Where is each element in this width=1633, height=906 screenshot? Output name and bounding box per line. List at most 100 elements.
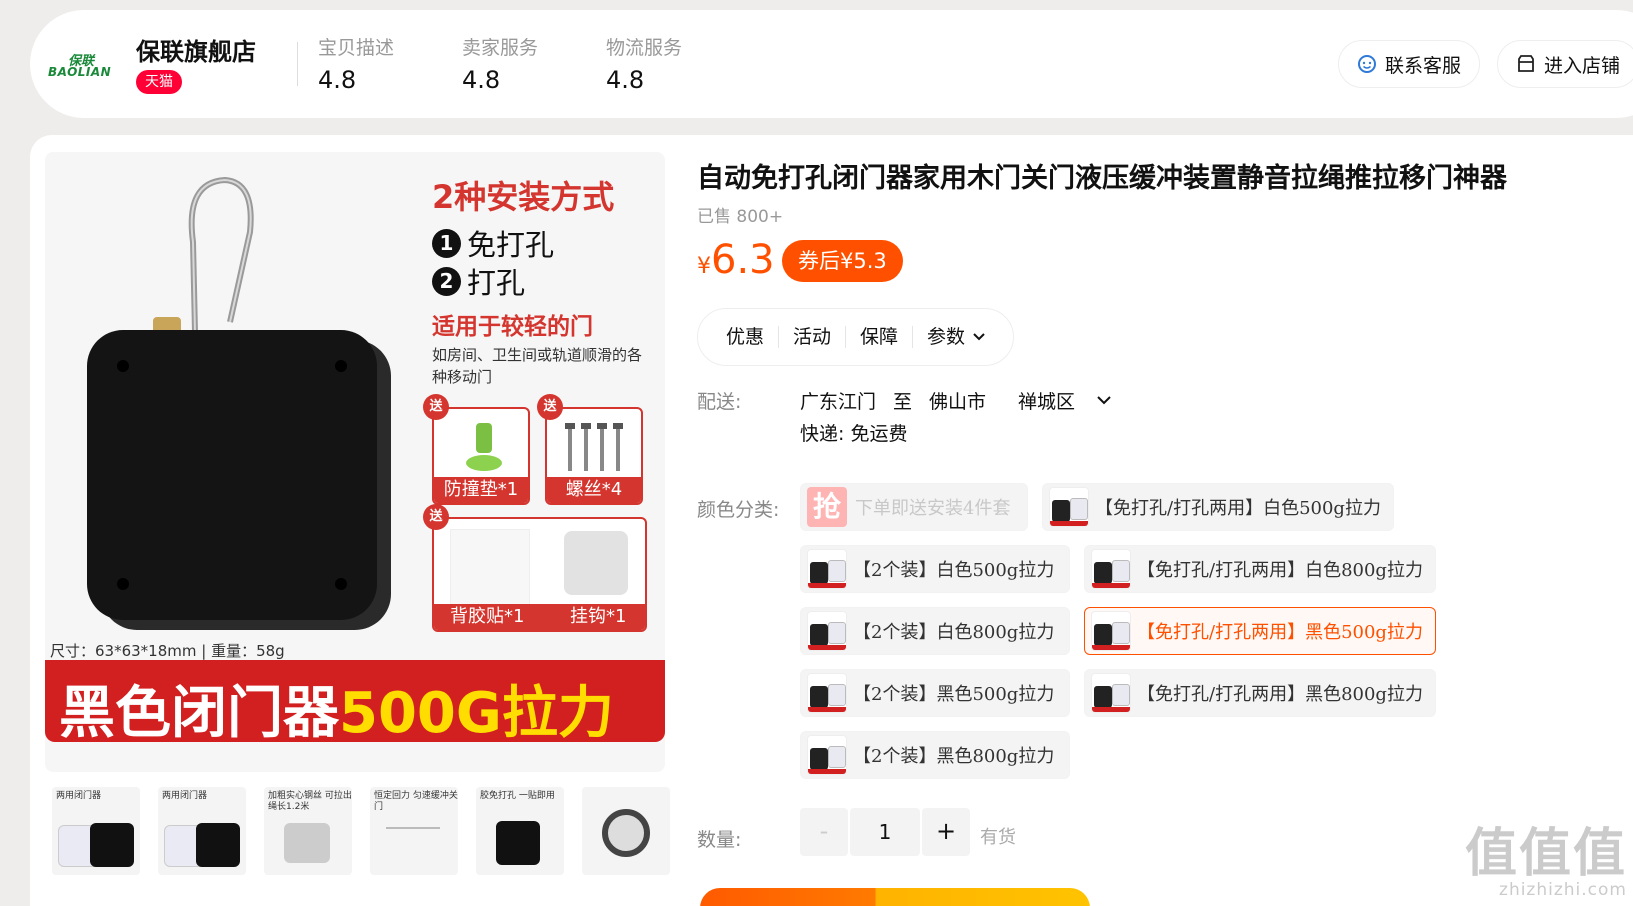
gift-adhesive-hook: 背胶贴*1 挂钩*1 [432,517,647,632]
product-title: 自动免打孔闭门器家用木门关门液压缓冲装置静音拉绳推拉移门神器 [697,163,1507,194]
contact-service-button[interactable]: 联系客服 [1338,40,1481,88]
sku-option[interactable]: 【2个装】白色800g拉力 [800,607,1070,655]
gift-hook-label: 挂钩*1 [570,606,627,627]
buy-buttons-bar[interactable] [700,888,1090,906]
screw-hole [335,578,347,590]
screw-hole [117,578,129,590]
gift-bumper: 防撞垫*1 [432,407,530,505]
sku-thumb-black [1094,686,1112,708]
sku-thumb-banner [808,707,846,712]
gift-label: 防撞垫*1 [434,477,528,503]
sku-thumbnail [1049,487,1089,527]
sku-option[interactable]: 【2个装】白色500g拉力 [800,545,1070,593]
sku-thumb-black [810,748,828,770]
banner-text: 黑色闭门器500G拉力 [59,668,614,749]
tab-params-label: 参数 [927,326,966,348]
sku-thumb-black [1052,500,1070,522]
spec-line: 尺寸：63*63*18mm | 重量：58g [50,642,285,660]
color-category-label: 颜色分类: [697,499,780,521]
sku-thumb-black [810,624,828,646]
screws-graphic [565,423,623,471]
suitable-description: 如房间、卫生间或轨道顺滑的各种移动门 [432,346,643,386]
tab-discount[interactable]: 优惠 [712,326,780,348]
sku-option[interactable]: 【免打孔/打孔两用】白色500g拉力 [1042,483,1394,531]
ship-district-select[interactable]: 禅城区 [1018,387,1075,414]
ship-from: 广东江门 [800,391,877,413]
thumbnail[interactable]: 恒定回力 匀速缓冲关门 [370,787,458,875]
sku-label: 【免打孔/打孔两用】黑色500g拉力 [1137,622,1423,643]
spec-weight: 重量：58g [211,642,285,660]
ship-city-select[interactable]: 佛山市 [929,387,986,414]
screw-hole [117,360,129,372]
sku-thumb-white [1112,622,1130,644]
thumbnail-caption: 恒定回力 匀速缓冲关门 [374,791,458,812]
tab-params[interactable]: 参数 [913,326,999,348]
store-name[interactable]: 保联旗舰店 [136,32,256,67]
adhesive-sheet-graphic [450,529,530,605]
rating-logistics: 物流服务 4.8 [606,33,682,94]
contact-service-label: 联系客服 [1385,54,1462,77]
thumbnail[interactable]: 两用闭门器 [52,787,140,875]
price: ¥6.3 [697,237,775,283]
install-number: 2 [432,266,461,296]
thumbnail[interactable]: 加粗实心钢丝 可拉出绳长1.2米 [264,787,352,875]
gift-tag: 送 [537,394,563,420]
sku-thumb-banner [1050,521,1088,526]
store-logo[interactable]: 保联 BAOLIAN [48,50,122,80]
sku-option-selected[interactable]: 【免打孔/打孔两用】黑色500g拉力 [1084,607,1436,655]
product-main-image[interactable]: 2种安装方式 1 免打孔 2 打孔 适用于较轻的门 如房间、卫生间或轨道顺滑的各… [45,152,665,772]
sku-thumbnail [1091,611,1131,651]
enter-store-button[interactable]: 进入店铺 [1497,40,1633,88]
thumbnail-graphic [496,821,540,865]
gift-tag: 送 [423,394,449,420]
sku-option[interactable]: 【免打孔/打孔两用】白色800g拉力 [1084,545,1436,593]
chevron-down-icon [973,333,985,341]
thumbnail-graphic [386,827,440,857]
sku-thumb-white [828,560,846,582]
ship-to-word: 至 [893,391,913,413]
gift-adhesive-label: 背胶贴*1 [450,606,525,627]
rating-value: 4.8 [318,66,357,94]
thumbnail[interactable] [582,787,670,875]
sku-option[interactable]: 【2个装】黑色800g拉力 [800,731,1070,779]
sku-label: 【免打孔/打孔两用】黑色800g拉力 [1137,684,1423,705]
sold-count: 已售 800+ [697,207,784,227]
sku-thumb-white [828,684,846,706]
sku-option-promo: 抢 下单即送安装4件套 [800,483,1028,531]
quantity-increase-button[interactable]: + [922,808,970,856]
install-methods-title: 2种安装方式 [432,178,615,216]
store-icon [1518,55,1534,72]
sku-option[interactable]: 【免打孔/打孔两用】黑色800g拉力 [1084,669,1436,717]
shipping-label: 配送: [697,391,742,413]
sku-label: 【2个装】黑色800g拉力 [853,746,1055,767]
sku-thumbnail [807,735,847,775]
rating-label: 宝贝描述 [318,37,395,59]
sku-option[interactable]: 【2个装】黑色500g拉力 [800,669,1070,717]
screw-hole [335,360,347,372]
gift-screws: 螺丝*4 [545,407,643,505]
thumbnail[interactable]: 两用闭门器 [158,787,246,875]
chevron-down-icon[interactable] [1097,396,1111,405]
rating-service: 卖家服务 4.8 [462,33,538,94]
sku-label: 【免打孔/打孔两用】白色500g拉力 [1095,498,1381,519]
coupon-price-badge[interactable]: 券后¥5.3 [782,240,903,282]
sku-thumbnail [1091,673,1131,713]
rating-value: 4.8 [606,66,645,94]
thumbnail-caption: 两用闭门器 [162,791,208,801]
sku-thumbnail [807,673,847,713]
tab-guarantee[interactable]: 保障 [846,326,914,348]
sku-thumb-banner [1092,645,1130,650]
sku-label: 【2个装】黑色500g拉力 [853,684,1055,705]
sku-thumb-banner [1092,583,1130,588]
info-tabs: 优惠 活动 保障 参数 [697,308,1015,366]
sku-thumb-banner [808,645,846,650]
quantity-decrease-button[interactable]: - [800,808,848,856]
quantity-input[interactable]: 1 [850,808,920,856]
price-currency: ¥ [697,254,711,279]
tab-activity[interactable]: 活动 [779,326,847,348]
thumbnail[interactable]: 胶免打孔 一贴即用 [476,787,564,875]
sku-thumb-black [810,686,828,708]
customer-service-icon [1358,55,1376,73]
thumbnail-caption: 两用闭门器 [56,791,102,801]
rating-label: 卖家服务 [462,37,539,59]
